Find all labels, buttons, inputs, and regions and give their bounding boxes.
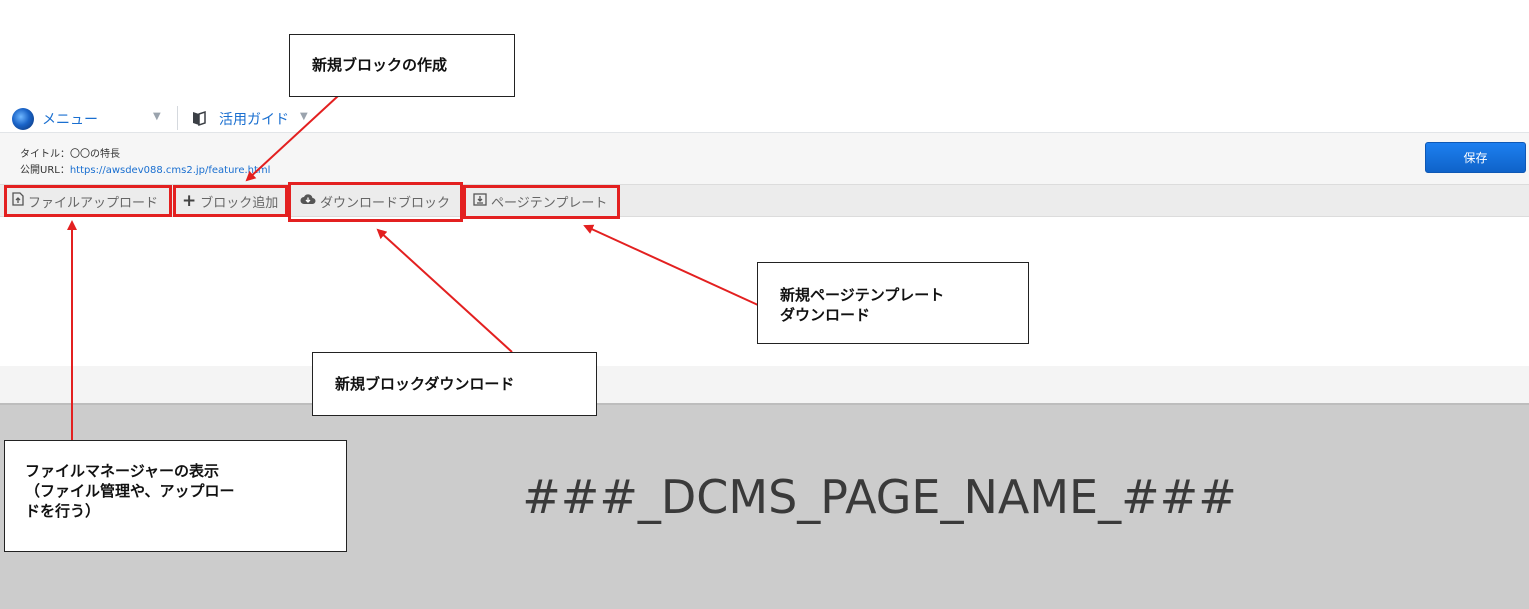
add-block-highlight	[173, 185, 288, 217]
callout-new-page-template-line2: ダウンロード	[780, 306, 871, 324]
callout-new-page-template-line1: 新規ページテンプレート	[780, 286, 945, 304]
block-download-arrow	[376, 228, 513, 353]
menu-dropdown[interactable]: メニュー	[42, 109, 98, 129]
menu-chevron-down-icon[interactable]: ▼	[153, 111, 161, 122]
content-band	[0, 366, 1529, 404]
public-url-label: 公開URL：	[20, 165, 70, 176]
callout-new-block: 新規ブロックの作成	[289, 34, 515, 97]
public-url-link[interactable]: https://awsdev088.cms2.jp/feature.html	[70, 165, 271, 176]
page-template-arrow	[583, 224, 759, 306]
callout-file-manager-line3: ドを行う）	[25, 502, 101, 520]
callout-new-block-text: 新規ブロックの作成	[312, 56, 448, 74]
download-block-highlight	[288, 182, 463, 222]
callout-file-manager: ファイルマネージャーの表示 （ファイル管理や、アップロー ドを行う）	[4, 440, 347, 552]
callout-new-block-download-text: 新規ブロックダウンロード	[335, 375, 515, 393]
book-icon[interactable]	[190, 109, 208, 127]
guide-chevron-down-icon[interactable]: ▼	[300, 111, 308, 122]
save-button[interactable]: 保存	[1425, 142, 1526, 173]
globe-logo-icon[interactable]	[12, 108, 34, 130]
callout-new-block-download: 新規ブロックダウンロード	[312, 352, 597, 416]
public-url-info: 公開URL：https://awsdev088.cms2.jp/feature.…	[20, 161, 270, 176]
callout-new-page-template: 新規ページテンプレート ダウンロード	[757, 262, 1029, 344]
callout-file-manager-line1: ファイルマネージャーの表示	[25, 462, 219, 480]
page-template-highlight	[463, 185, 620, 219]
page-title-info: タイトル：〇〇の特長	[20, 149, 120, 160]
callout-file-manager-line2: （ファイル管理や、アップロー	[25, 482, 235, 500]
page-info-panel	[0, 133, 1529, 184]
guide-dropdown[interactable]: 活用ガイド	[219, 109, 289, 129]
menu-divider	[177, 106, 178, 130]
file-upload-highlight	[4, 185, 172, 217]
